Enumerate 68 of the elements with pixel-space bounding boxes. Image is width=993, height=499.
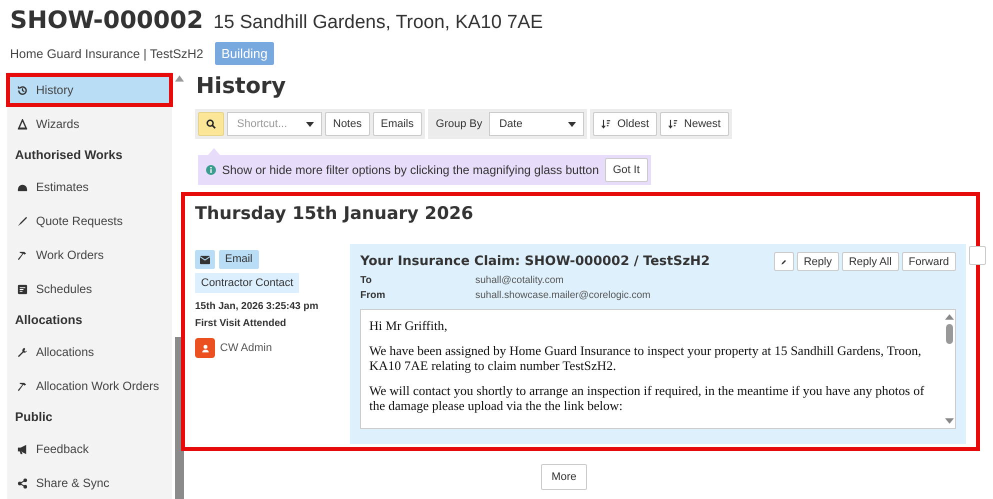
sort-icon [668,119,678,129]
sidebar-item[interactable]: Share & Sync [7,467,172,499]
sidebar-heading: Authorised Works [14,147,124,164]
sort-icon [601,119,612,129]
wizard-hat-icon [17,118,28,130]
sidebar-item[interactable]: Allocation Work Orders [7,370,172,402]
email-paragraph: We have been assigned by Home Guard Insurance to inspect your property at 15 Sandhill Gardens, Troon, KA10 7AE relating to claim number TestSzH2. [369,343,922,373]
edit-button[interactable] [774,252,794,271]
share-icon [17,478,28,488]
sidebar-item[interactable]: History [7,74,172,106]
field-label: From [360,290,386,301]
email-action-button[interactable]: Forward [902,252,956,271]
client-reference: Home Guard Insurance | TestSzH2 [10,46,204,60]
history-icon [17,84,28,96]
hammer-icon [17,380,28,392]
sidebar-heading: Public [14,409,54,426]
brush-icon [17,216,28,226]
got-it-button[interactable]: Got It [604,158,648,182]
category-tag: Contractor Contact [195,273,300,293]
search-button[interactable] [198,112,224,136]
envelope-icon [200,254,210,264]
field-value: suhall@cotality.com [475,275,564,286]
search-icon [206,119,216,129]
email-paragraph: We will contact you shortly to arrange an inspection if required, in the meantime if you have any photos of the damage please upload via the the link below: [369,383,926,413]
sidebar-item[interactable]: Work Orders [7,239,172,271]
scroll-down-icon[interactable] [944,418,954,424]
side-button[interactable] [969,246,986,265]
sort-button[interactable]: Newest [660,112,729,136]
sidebar-item[interactable]: Wizards [7,108,172,140]
email-action-button[interactable]: Reply [796,252,839,271]
date-heading: Thursday 15th January 2026 [195,204,474,224]
event-type-tag: Email [219,250,259,269]
megaphone-icon [17,444,28,454]
scroll-up-icon[interactable] [175,75,184,82]
sidebar-item[interactable]: Quote Requests [7,205,172,237]
sidebar-item[interactable]: Schedules [7,273,172,305]
category-tag: Building [215,42,274,65]
person-silhouette-icon [200,342,210,354]
record-reference: SHOW-000002 [10,6,204,34]
property-address: 15 Sandhill Gardens, Troon, KA10 7AE [213,12,543,34]
scrollbar-thumb[interactable] [946,324,952,344]
tooltip-text: Show or hide more filter options by clicking the magnifying glass button [222,163,599,177]
hammer-icon [17,250,28,260]
caret-icon [306,122,314,126]
sort-button[interactable]: Oldest [593,112,658,136]
caret-icon [568,122,576,126]
filter-button[interactable]: Emails [372,112,422,136]
group-by-dropdown[interactable]: Date [489,112,584,136]
email-subject: Your Insurance Claim: SHOW-000002 / TestSzH2 [360,254,710,269]
wrench-icon [17,346,28,358]
author-name: CW Admin [220,342,272,354]
sidebar-item[interactable]: Feedback [7,433,172,465]
filter-button[interactable]: Notes [325,112,370,136]
info-icon [206,165,216,175]
page-title: History [196,74,287,99]
group-by-label: Group By [434,118,484,130]
schedule-icon [17,284,28,294]
sidebar-item[interactable]: Estimates [7,171,172,203]
scroll-up-icon[interactable] [944,314,954,320]
email-paragraph: Hi Mr Griffith, [369,318,448,333]
event-stage: First Visit Attended [195,318,286,329]
sidebar-item[interactable]: Allocations [7,336,172,368]
field-value: suhall.showcase.mailer@corelogic.com [475,290,650,301]
event-timestamp: 15th Jan, 2026 3:25:43 pm [195,301,318,312]
field-label: To [360,275,373,286]
more-button[interactable]: More [541,464,587,490]
sidebar-heading: Allocations [14,312,84,329]
email-action-button[interactable]: Reply All [842,252,899,271]
